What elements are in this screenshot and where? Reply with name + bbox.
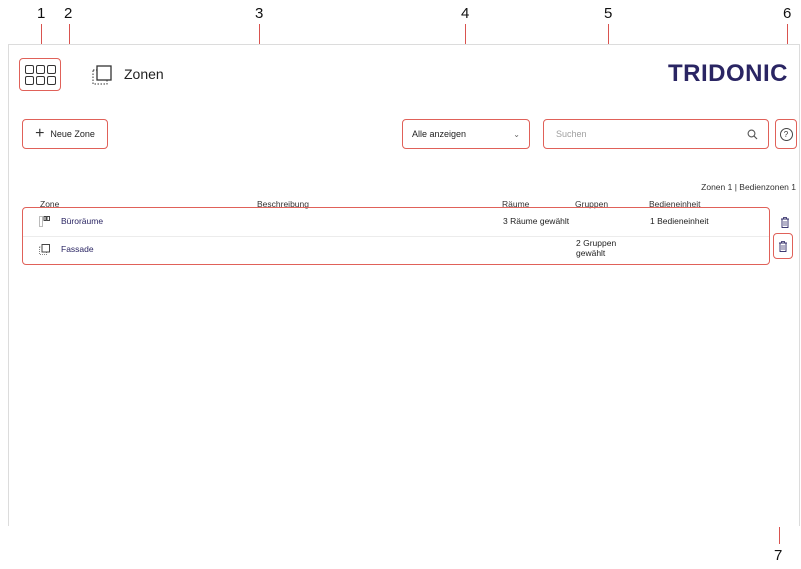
table-row[interactable]: Fassade 2 Gruppen gewählt [23, 237, 769, 264]
table-row[interactable]: Büroräume 3 Räume gewählt 1 Bedieneinhei… [23, 209, 769, 237]
zone-counts: Zonen 1 | Bedienzonen 1 [701, 182, 796, 192]
trash-icon [779, 240, 787, 252]
brand-logo: TRIDONIC [668, 60, 788, 87]
facade-zone-icon [39, 244, 50, 255]
callout-2: 2 [64, 5, 73, 22]
new-zone-label: Neue Zone [50, 129, 95, 139]
chevron-down-icon: ⌄ [513, 129, 520, 139]
search-input[interactable] [554, 128, 738, 140]
filter-select[interactable]: Alle anzeigen ⌄ [402, 119, 530, 149]
zone-name[interactable]: Büroräume [61, 216, 103, 227]
plus-icon: + [35, 125, 45, 142]
help-icon: ? [779, 127, 793, 141]
app-window: Zonen TRIDONIC + Neue Zone Alle anzeigen… [8, 44, 800, 527]
zone-name[interactable]: Fassade [61, 244, 94, 255]
callout-3: 3 [255, 5, 264, 22]
gruppen-value-line2: gewählt [576, 248, 606, 258]
app-grid-icon [24, 64, 56, 85]
page-title: Zonen [124, 66, 164, 82]
zone-icon [92, 65, 112, 85]
zone-table-body: Büroräume 3 Räume gewählt 1 Bedieneinhei… [22, 207, 770, 265]
new-zone-button[interactable]: + Neue Zone [22, 119, 108, 149]
callout-6: 6 [783, 5, 792, 22]
bedieneinheit-value: 1 Bedieneinheit [650, 216, 709, 226]
callout-4: 4 [461, 5, 470, 22]
app-menu-button[interactable] [19, 58, 61, 91]
search-icon[interactable] [747, 129, 758, 140]
trash-icon [781, 216, 789, 228]
callout-1: 1 [37, 5, 46, 22]
top-bar: Zonen TRIDONIC [9, 45, 799, 104]
room-zone-icon [39, 216, 50, 227]
content-area: + Neue Zone Alle anzeigen ⌄ ? Zonen 1 | … [9, 103, 799, 527]
raeume-value: 3 Räume gewählt [503, 216, 570, 226]
callout-7: 7 [774, 547, 783, 564]
search-box [543, 119, 769, 149]
delete-button[interactable] [777, 211, 793, 233]
callout-5: 5 [604, 5, 613, 22]
delete-button[interactable] [773, 233, 793, 259]
filter-selected-value: Alle anzeigen [412, 129, 467, 139]
help-button[interactable]: ? [775, 119, 797, 149]
